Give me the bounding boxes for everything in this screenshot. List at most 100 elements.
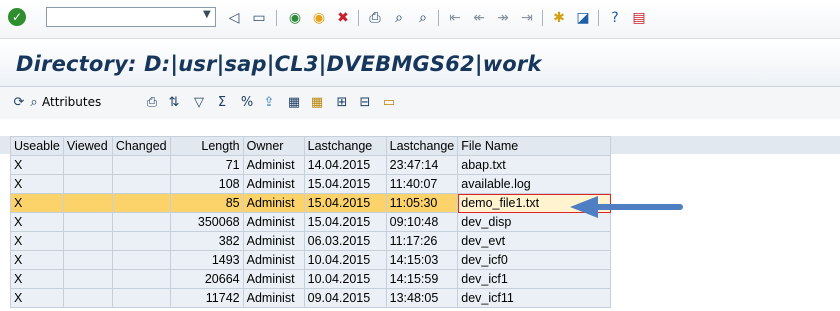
cell-viewed[interactable]: [62, 174, 113, 194]
cell-time[interactable]: 09:10:48: [385, 212, 459, 232]
cell-file-name[interactable]: dev_evt: [457, 231, 612, 251]
sum-icon[interactable]: Σ: [213, 94, 231, 112]
chevron-down-icon[interactable]: ▼: [203, 9, 211, 20]
cell-time[interactable]: 11:40:07: [385, 174, 459, 194]
previous-page-icon[interactable]: ↞: [470, 9, 488, 27]
cell-length[interactable]: 1493: [169, 250, 244, 270]
column-header-useable[interactable]: Useable: [10, 136, 64, 156]
cell-length[interactable]: 108: [169, 174, 244, 194]
cell-date[interactable]: 06.03.2015: [303, 231, 387, 251]
cell-length[interactable]: 382: [169, 231, 244, 251]
cell-changed[interactable]: [111, 174, 171, 194]
sort-ascending-icon[interactable]: ⇅: [165, 94, 183, 112]
table-row-selected[interactable]: X 85 Administ 15.04.2015 11:05:30 demo_f…: [10, 193, 612, 213]
exit-icon[interactable]: ◉: [310, 9, 328, 27]
table-row[interactable]: X 11742 Administ 09.04.2015 13:48:05 dev…: [10, 288, 612, 308]
column-header-lastchange-time[interactable]: Lastchange: [385, 136, 459, 156]
back-arrow-icon[interactable]: ◉: [286, 9, 304, 27]
cell-viewed[interactable]: [62, 269, 113, 289]
cell-time[interactable]: 13:48:05: [385, 288, 459, 308]
last-page-icon[interactable]: ⇥: [518, 9, 536, 27]
export-icon[interactable]: ⇪: [260, 94, 278, 112]
cell-owner[interactable]: Administ: [242, 155, 305, 175]
cell-date[interactable]: 10.04.2015: [303, 269, 387, 289]
save-icon[interactable]: ▭: [250, 9, 268, 27]
cell-time[interactable]: 23:47:14: [385, 155, 459, 175]
cell-date[interactable]: 15.04.2015: [303, 174, 387, 194]
cell-viewed[interactable]: [62, 250, 113, 270]
cell-useable[interactable]: X: [10, 231, 64, 251]
cell-useable[interactable]: X: [10, 212, 64, 232]
cell-useable[interactable]: X: [10, 269, 64, 289]
print-icon[interactable]: ⎙: [366, 9, 384, 27]
display-icon[interactable]: ⌕: [25, 94, 43, 112]
cell-changed[interactable]: [111, 250, 171, 270]
cell-changed[interactable]: [111, 193, 171, 213]
cell-changed[interactable]: [111, 288, 171, 308]
cell-date[interactable]: 14.04.2015: [303, 155, 387, 175]
layout-icon[interactable]: ▤: [630, 9, 648, 27]
cell-viewed[interactable]: [62, 231, 113, 251]
column-header-file-name[interactable]: File Name: [457, 136, 612, 156]
first-page-icon[interactable]: ⇤: [446, 9, 464, 27]
cell-length[interactable]: 350068: [169, 212, 244, 232]
cell-file-name[interactable]: dev_icf11: [457, 288, 612, 308]
cell-useable[interactable]: X: [10, 288, 64, 308]
cell-changed[interactable]: [111, 155, 171, 175]
column-header-length[interactable]: Length: [169, 136, 244, 156]
shortcut-icon[interactable]: ◪: [574, 9, 592, 27]
cell-viewed[interactable]: [62, 288, 113, 308]
cell-owner[interactable]: Administ: [242, 269, 305, 289]
cell-changed[interactable]: [111, 269, 171, 289]
insert-column-icon[interactable]: ⊞: [333, 94, 351, 112]
cell-time[interactable]: 14:15:59: [385, 269, 459, 289]
cell-date[interactable]: 10.04.2015: [303, 250, 387, 270]
next-page-icon[interactable]: ↠: [494, 9, 512, 27]
delete-column-icon[interactable]: ⊟: [356, 94, 374, 112]
table-row[interactable]: X 1493 Administ 10.04.2015 14:15:03 dev_…: [10, 250, 612, 270]
column-header-viewed[interactable]: Viewed: [62, 136, 113, 156]
cell-useable[interactable]: X: [10, 250, 64, 270]
cell-length[interactable]: 11742: [169, 288, 244, 308]
cell-time[interactable]: 11:05:30: [385, 193, 459, 213]
cell-date[interactable]: 09.04.2015: [303, 288, 387, 308]
find-icon[interactable]: ⌕: [390, 9, 408, 27]
help-icon[interactable]: ?: [606, 9, 624, 27]
table-row[interactable]: X 108 Administ 15.04.2015 11:40:07 avail…: [10, 174, 612, 194]
cell-time[interactable]: 14:15:03: [385, 250, 459, 270]
cell-changed[interactable]: [111, 212, 171, 232]
table-row[interactable]: X 350068 Administ 15.04.2015 09:10:48 de…: [10, 212, 612, 232]
table-row[interactable]: X 382 Administ 06.03.2015 11:17:26 dev_e…: [10, 231, 612, 251]
cell-time[interactable]: 11:17:26: [385, 231, 459, 251]
cell-changed[interactable]: [111, 231, 171, 251]
cell-owner[interactable]: Administ: [242, 231, 305, 251]
cell-useable[interactable]: X: [10, 155, 64, 175]
table-row[interactable]: X 71 Administ 14.04.2015 23:47:14 abap.t…: [10, 155, 612, 175]
cell-date[interactable]: 15.04.2015: [303, 193, 387, 213]
cell-viewed[interactable]: [62, 193, 113, 213]
cell-length[interactable]: 20664: [169, 269, 244, 289]
cancel-icon[interactable]: ✖: [334, 9, 352, 27]
table-row[interactable]: X 20664 Administ 10.04.2015 14:15:59 dev…: [10, 269, 612, 289]
layout-icon[interactable]: ▦: [285, 94, 303, 112]
cell-useable[interactable]: X: [10, 174, 64, 194]
cell-owner[interactable]: Administ: [242, 212, 305, 232]
folder-icon[interactable]: ▭: [380, 94, 398, 112]
filter-icon[interactable]: ▽: [190, 94, 208, 112]
column-header-lastchange-date[interactable]: Lastchange: [303, 136, 387, 156]
subtotal-icon[interactable]: %: [238, 94, 256, 112]
column-header-changed[interactable]: Changed: [111, 136, 171, 156]
cell-file-name[interactable]: available.log: [457, 174, 612, 194]
print-icon[interactable]: ⎙: [143, 94, 161, 112]
cell-owner[interactable]: Administ: [242, 288, 305, 308]
new-session-icon[interactable]: ✱: [550, 9, 568, 27]
cell-file-name[interactable]: dev_icf1: [457, 269, 612, 289]
command-field[interactable]: [46, 7, 216, 27]
find-next-icon[interactable]: ⌕: [414, 9, 432, 27]
cell-owner[interactable]: Administ: [242, 174, 305, 194]
cell-length[interactable]: 85: [169, 193, 244, 213]
grid-icon[interactable]: ▦: [308, 94, 326, 112]
cell-viewed[interactable]: [62, 155, 113, 175]
attributes-button[interactable]: Attributes: [42, 95, 101, 109]
cell-useable[interactable]: X: [10, 193, 64, 213]
